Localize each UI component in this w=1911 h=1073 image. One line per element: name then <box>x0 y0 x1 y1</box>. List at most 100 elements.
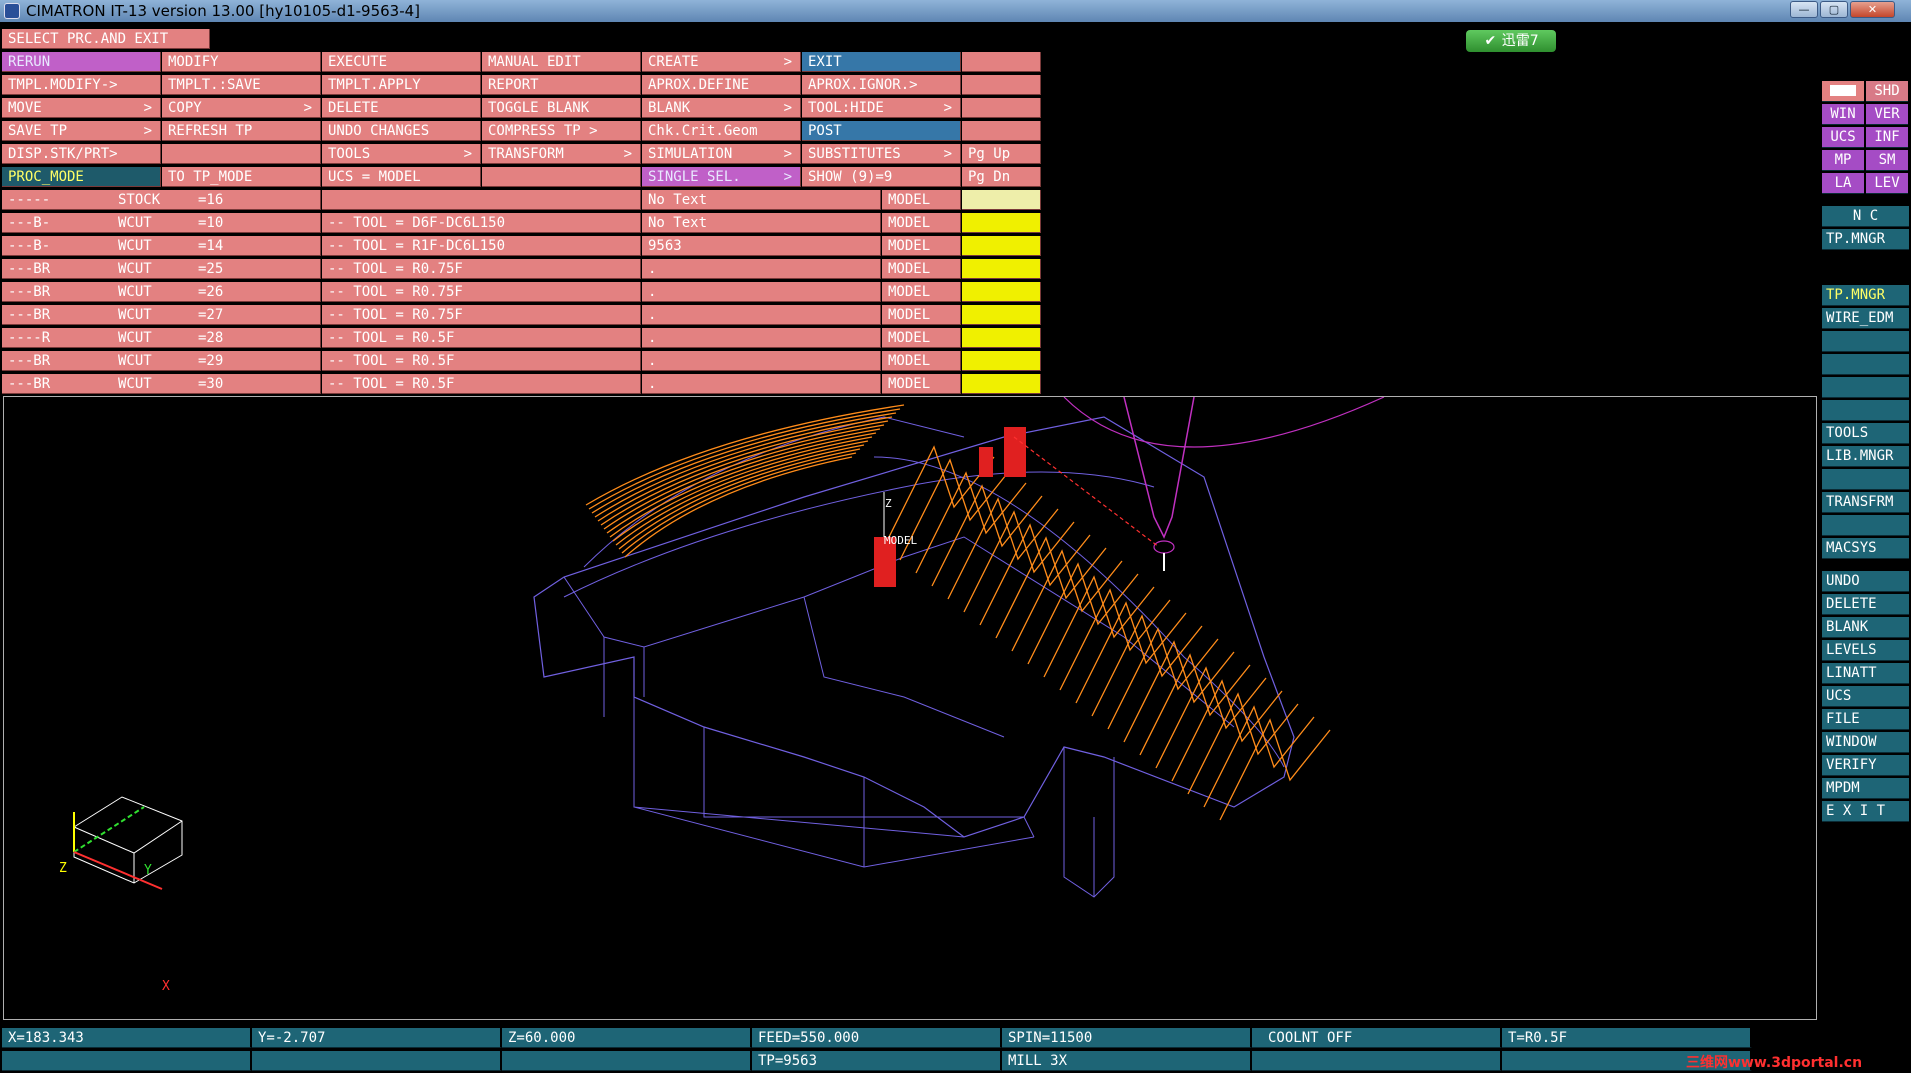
wire-edm-button[interactable]: WIRE_EDM <box>1822 308 1909 329</box>
delete-side-button[interactable]: DELETE <box>1822 594 1909 615</box>
check-icon: ✔ <box>1484 33 1497 49</box>
modify-button[interactable]: MODIFY <box>162 52 321 72</box>
tmplt-save-button[interactable]: TMPLT.:SAVE <box>162 75 321 95</box>
copy-button[interactable]: COPY > <box>162 98 321 118</box>
empty-slot-2[interactable] <box>1822 354 1909 375</box>
ucs-side-button[interactable]: UCS <box>1822 686 1909 707</box>
exit-button[interactable]: EXIT <box>802 52 961 72</box>
window-button[interactable]: WINDOW <box>1822 732 1909 753</box>
undo-changes-button[interactable]: UNDO CHANGES <box>322 121 481 141</box>
proc-model: MODEL <box>882 305 961 325</box>
chevron-right-icon: > <box>783 54 792 70</box>
aprox-ignor-button[interactable]: APROX.IGNOR.> <box>802 75 961 95</box>
proc-color-swatch[interactable] <box>962 282 1041 302</box>
tools-button[interactable]: TOOLS <box>1822 423 1909 444</box>
report-button[interactable]: REPORT <box>482 75 641 95</box>
tmpl-modify-button[interactable]: TMPL.MODIFY-> <box>2 75 161 95</box>
transfrm-button[interactable]: TRANSFRM <box>1822 492 1909 513</box>
win-button[interactable]: WIN <box>1822 104 1864 125</box>
move-button[interactable]: MOVE > <box>2 98 161 118</box>
aprox-define-button[interactable]: APROX.DEFINE <box>642 75 801 95</box>
refresh-tp-button[interactable]: REFRESH TP <box>162 121 321 141</box>
proc-text: 9563 <box>642 236 881 256</box>
blank-button[interactable]: BLANK > <box>642 98 801 118</box>
table-row[interactable]: ----- STOCK =16 <box>2 190 321 210</box>
table-row[interactable]: ---B- WCUT =10 <box>2 213 321 233</box>
pg-up-button[interactable]: Pg Up <box>962 144 1041 164</box>
tool-hide-button[interactable]: TOOL:HIDE > <box>802 98 961 118</box>
execute-button[interactable]: EXECUTE <box>322 52 481 72</box>
mpdm-button[interactable]: MPDM <box>1822 778 1909 799</box>
create-button[interactable]: CREATE > <box>642 52 801 72</box>
undo-button[interactable]: UNDO <box>1822 571 1909 592</box>
proc-color-swatch[interactable] <box>962 259 1041 279</box>
maximize-button[interactable]: ▢ <box>1820 1 1848 18</box>
exit-side-button[interactable]: E X I T <box>1822 801 1909 822</box>
ver-button[interactable]: VER <box>1866 104 1908 125</box>
inf-button[interactable]: INF <box>1866 127 1908 148</box>
file-button[interactable]: FILE <box>1822 709 1909 730</box>
minimize-button[interactable]: — <box>1790 1 1818 18</box>
levels-button[interactable]: LEVELS <box>1822 640 1909 661</box>
table-row[interactable]: ---BR WCUT =29 <box>2 351 321 371</box>
shade-white-button[interactable] <box>1822 81 1864 102</box>
save-tp-button[interactable]: SAVE TP > <box>2 121 161 141</box>
empty-slot-3[interactable] <box>1822 377 1909 398</box>
table-row[interactable]: ----R WCUT =28 <box>2 328 321 348</box>
proc-color-swatch[interactable] <box>962 328 1041 348</box>
manual-edit-button[interactable]: MANUAL EDIT <box>482 52 641 72</box>
single-sel-button[interactable]: SINGLE SEL. > <box>642 167 801 187</box>
shd-button[interactable]: SHD <box>1866 81 1908 102</box>
tp-mngr-active-button[interactable]: TP.MNGR <box>1822 285 1909 306</box>
graphics-viewport[interactable]: Z Y X Z MODEL <box>3 396 1817 1020</box>
la-button[interactable]: LA <box>1822 173 1864 194</box>
post-button[interactable]: POST <box>802 121 961 141</box>
empty-slot-4[interactable] <box>1822 400 1909 421</box>
chk-crit-geom-button[interactable]: Chk.Crit.Geom <box>642 121 801 141</box>
proc-color-swatch[interactable] <box>962 374 1041 394</box>
disp-stk-prt-button[interactable]: DISP.STK/PRT> <box>2 144 161 164</box>
table-row[interactable]: ---BR WCUT =26 <box>2 282 321 302</box>
simulation-button[interactable]: SIMULATION > <box>642 144 801 164</box>
proc-color-swatch[interactable] <box>962 305 1041 325</box>
pg-dn-button[interactable]: Pg Dn <box>962 167 1041 187</box>
verify-button[interactable]: VERIFY <box>1822 755 1909 776</box>
blank-side-button[interactable]: BLANK <box>1822 617 1909 638</box>
empty-slot-1[interactable] <box>1822 331 1909 352</box>
table-row[interactable]: ---B- WCUT =14 <box>2 236 321 256</box>
substitutes-button[interactable]: SUBSTITUTES > <box>802 144 961 164</box>
compress-tp-button[interactable]: COMPRESS TP > <box>482 121 641 141</box>
xunlei-badge[interactable]: ✔ 迅雷7 <box>1466 30 1556 52</box>
proc-color-swatch[interactable] <box>962 351 1041 371</box>
close-button[interactable]: ✕ <box>1850 1 1895 18</box>
delete-button[interactable]: DELETE <box>322 98 481 118</box>
blank-label: BLANK <box>648 100 691 116</box>
sm-button[interactable]: SM <box>1866 150 1908 171</box>
linatt-button[interactable]: LINATT <box>1822 663 1909 684</box>
to-tp-mode-button[interactable]: TO TP_MODE <box>162 167 321 187</box>
lib-mngr-button[interactable]: LIB.MNGR <box>1822 446 1909 467</box>
transform-button[interactable]: TRANSFORM > <box>482 144 641 164</box>
empty-slot-6[interactable] <box>1822 515 1909 536</box>
mp-button[interactable]: MP <box>1822 150 1864 171</box>
show-button[interactable]: SHOW (9)=9 <box>802 167 961 187</box>
tp-mngr-button[interactable]: TP.MNGR <box>1822 229 1909 250</box>
proc-color-swatch[interactable] <box>962 236 1041 256</box>
proc-mode-button[interactable]: PROC_MODE <box>2 167 161 187</box>
nc-button[interactable]: N C <box>1822 206 1909 227</box>
ucs-model-button[interactable]: UCS = MODEL <box>322 167 481 187</box>
macsys-button[interactable]: MACSYS <box>1822 538 1909 559</box>
tools-menu-button[interactable]: TOOLS > <box>322 144 481 164</box>
table-row[interactable]: ---BR WCUT =25 <box>2 259 321 279</box>
proc-color-swatch[interactable] <box>962 190 1041 210</box>
empty-slot-5[interactable] <box>1822 469 1909 490</box>
rerun-button[interactable]: RERUN <box>2 52 161 72</box>
toggle-blank-button[interactable]: TOGGLE BLANK <box>482 98 641 118</box>
ucs-view-button[interactable]: UCS <box>1822 127 1864 148</box>
tmplt-apply-button[interactable]: TMPLT.APPLY <box>322 75 481 95</box>
table-row[interactable]: ---BR WCUT =30 <box>2 374 321 394</box>
tool-tip <box>1153 540 1175 554</box>
table-row[interactable]: ---BR WCUT =27 <box>2 305 321 325</box>
lev-button[interactable]: LEV <box>1866 173 1908 194</box>
proc-color-swatch[interactable] <box>962 213 1041 233</box>
